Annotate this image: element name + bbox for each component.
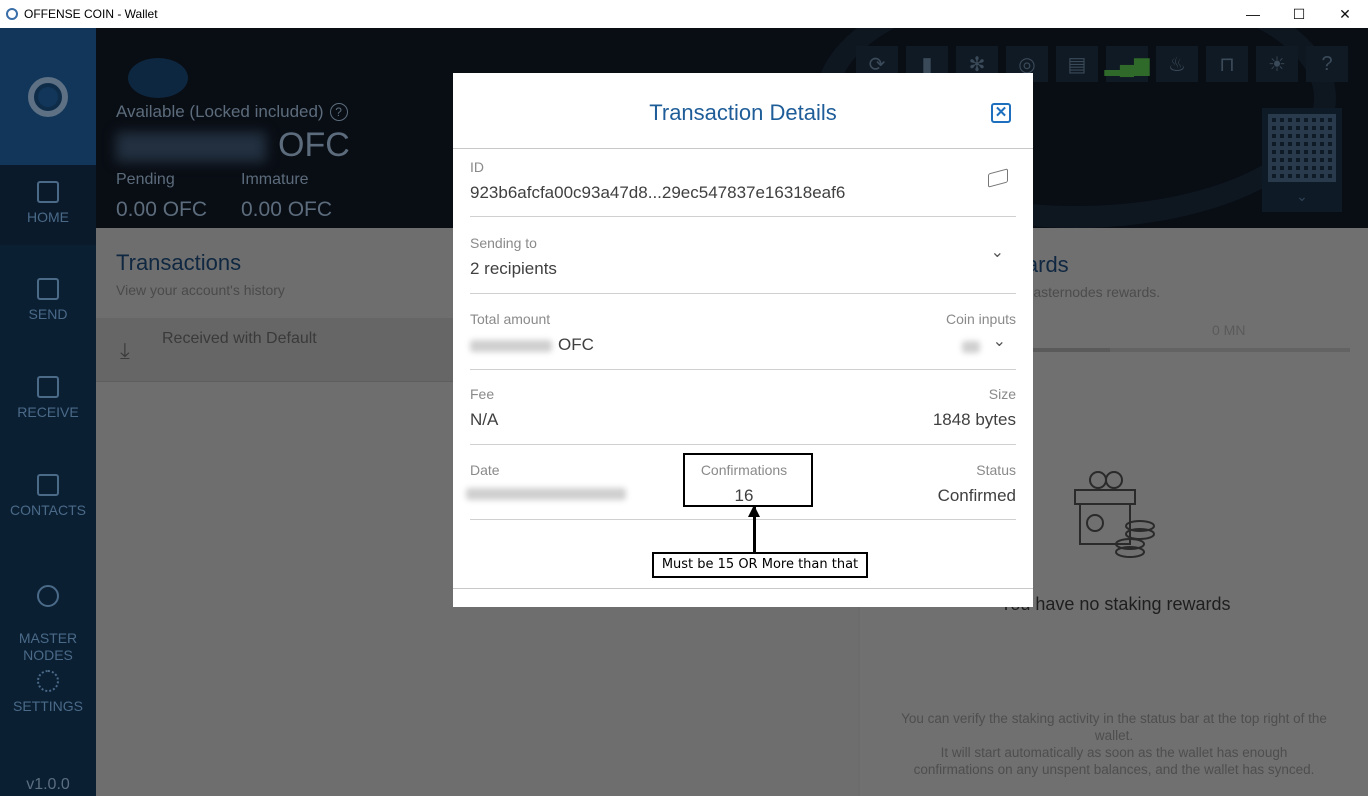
balance-currency: OFC bbox=[278, 126, 350, 164]
dialog-title: Transaction Details bbox=[649, 100, 837, 125]
document-icon[interactable]: ▤ bbox=[1056, 46, 1098, 82]
unlock-icon[interactable]: ⊓ bbox=[1206, 46, 1248, 82]
no-staking-rewards-text: You have no staking rewards bbox=[1000, 594, 1231, 614]
transactions-subtitle: View your account's history bbox=[116, 282, 285, 298]
nav-send-label: SEND bbox=[28, 306, 68, 322]
home-icon bbox=[37, 181, 59, 203]
nav-receive[interactable]: RECEIVE bbox=[0, 376, 96, 420]
nav-home[interactable]: HOME bbox=[0, 165, 96, 245]
wallet-send-icon bbox=[37, 278, 59, 300]
id-label: ID bbox=[470, 159, 484, 175]
wallet-receive-icon bbox=[37, 376, 59, 398]
total-amount-currency: OFC bbox=[558, 335, 594, 354]
date-label: Date bbox=[470, 462, 500, 478]
dialog-body: ID 923b6afcfa00c93a47d8...29ec547837e163… bbox=[453, 149, 1033, 589]
signal-icon[interactable]: ▂▄▆ bbox=[1105, 46, 1149, 82]
masternode-icon bbox=[37, 585, 59, 607]
staking-note: You can verify the staking activity in t… bbox=[901, 711, 1327, 777]
qr-code-icon bbox=[1268, 114, 1336, 182]
transaction-id: 923b6afcfa00c93a47d8...29ec547837e16318e… bbox=[470, 183, 846, 202]
avatar[interactable] bbox=[128, 58, 188, 98]
transaction-details-dialog: Transaction Details ✕ ID 923b6afcfa00c93… bbox=[453, 73, 1033, 607]
nav-masternodes-label: MASTER NODES bbox=[18, 630, 78, 663]
available-balance: OFC bbox=[116, 126, 350, 165]
coin-inputs-label: Coin inputs bbox=[945, 311, 1016, 327]
fire-icon[interactable]: ♨ bbox=[1156, 46, 1198, 82]
contacts-book-icon bbox=[37, 474, 59, 496]
nav-send[interactable]: SEND bbox=[0, 278, 96, 322]
window-title: OFFENSE COIN - Wallet bbox=[24, 7, 158, 21]
hidden-balance-amount bbox=[116, 132, 266, 163]
id-section: ID 923b6afcfa00c93a47d8...29ec547837e163… bbox=[470, 149, 1016, 217]
minimize-button[interactable]: — bbox=[1230, 0, 1276, 28]
pending-label: Pending bbox=[116, 171, 175, 188]
hidden-coin-inputs-count bbox=[962, 341, 980, 353]
download-icon: ⤓ bbox=[120, 338, 130, 363]
close-dialog-button[interactable]: ✕ bbox=[991, 103, 1011, 123]
qr-code-button[interactable]: ⌄ bbox=[1262, 108, 1342, 212]
nav-contacts-label: CONTACTS bbox=[10, 502, 86, 518]
coin-inputs-chevron-icon[interactable]: ⌄ bbox=[993, 331, 1006, 351]
size-value: 1848 bytes bbox=[932, 410, 1016, 429]
sending-to-label: Sending to bbox=[470, 235, 537, 251]
dialog-footer-divider bbox=[453, 588, 1033, 589]
chevron-down-icon: ⌄ bbox=[1296, 188, 1308, 204]
immature-value: 0.00 OFC bbox=[241, 198, 333, 221]
nav-home-label: HOME bbox=[27, 209, 69, 225]
window-titlebar: OFFENSE COIN - Wallet — ☐ ✕ bbox=[0, 0, 1368, 28]
nav-settings[interactable]: SETTINGS bbox=[0, 670, 96, 714]
size-label: Size bbox=[988, 386, 1016, 402]
status-value: Confirmed bbox=[937, 486, 1016, 505]
recipients-count: 2 recipients bbox=[470, 259, 557, 278]
gear-icon bbox=[37, 670, 59, 692]
status-label: Status bbox=[976, 462, 1016, 478]
app-logo-icon bbox=[6, 8, 18, 20]
help-circle-icon[interactable]: ? bbox=[329, 103, 348, 121]
total-amount-label: Total amount bbox=[470, 311, 551, 327]
available-label: Available (Locked included)? bbox=[116, 102, 348, 122]
fee-section: Fee N/A Size 1848 bytes bbox=[470, 371, 1016, 445]
fee-value: N/A bbox=[470, 410, 499, 429]
logo-area bbox=[0, 28, 96, 165]
nav-contacts[interactable]: CONTACTS bbox=[0, 474, 96, 518]
copy-icon[interactable] bbox=[988, 168, 1008, 188]
close-window-button[interactable]: ✕ bbox=[1322, 0, 1368, 28]
offense-coin-logo-icon bbox=[28, 76, 68, 117]
rewards-progress-bar bbox=[1030, 348, 1350, 352]
gift-coins-icon bbox=[1074, 471, 1155, 558]
confirmations-highlight-box bbox=[683, 453, 813, 507]
version-label: v1.0.0 bbox=[26, 776, 70, 793]
nav-settings-label: SETTINGS bbox=[12, 698, 83, 714]
annotation-arrow-head bbox=[748, 505, 760, 517]
nav-receive-label: RECEIVE bbox=[17, 404, 79, 420]
masternode-count: 0 MN bbox=[1212, 322, 1246, 338]
annotation-callout: Must be 15 OR More than that bbox=[652, 552, 868, 578]
sun-icon[interactable]: ☀ bbox=[1256, 46, 1298, 82]
maximize-button[interactable]: ☐ bbox=[1276, 0, 1322, 28]
hidden-date-value bbox=[466, 488, 626, 500]
sidebar: HOME SEND RECEIVE CONTACTS MASTER NODES … bbox=[0, 28, 96, 796]
transaction-row-label: Received with Default bbox=[162, 330, 317, 347]
immature-label: Immature bbox=[241, 171, 309, 188]
help-icon[interactable]: ? bbox=[1306, 46, 1348, 82]
amount-section: Total amount OFC Coin inputs ⌄ bbox=[470, 295, 1016, 370]
dialog-header: Transaction Details ✕ bbox=[453, 73, 1033, 149]
total-amount-value: OFC bbox=[470, 335, 594, 355]
transactions-title: Transactions bbox=[116, 250, 242, 275]
window-controls: — ☐ ✕ bbox=[1230, 0, 1368, 28]
wallet-app: HOME SEND RECEIVE CONTACTS MASTER NODES … bbox=[0, 28, 1368, 796]
sending-to-section[interactable]: Sending to 2 recipients ⌄ bbox=[470, 218, 1016, 294]
pending-value: 0.00 OFC bbox=[116, 198, 208, 221]
chevron-down-icon[interactable]: ⌄ bbox=[991, 242, 1004, 262]
fee-label: Fee bbox=[470, 386, 495, 402]
available-label-text: Available (Locked included) bbox=[116, 102, 324, 121]
hidden-amount bbox=[470, 339, 552, 352]
nav-masternodes[interactable]: MASTER NODES bbox=[0, 568, 96, 664]
